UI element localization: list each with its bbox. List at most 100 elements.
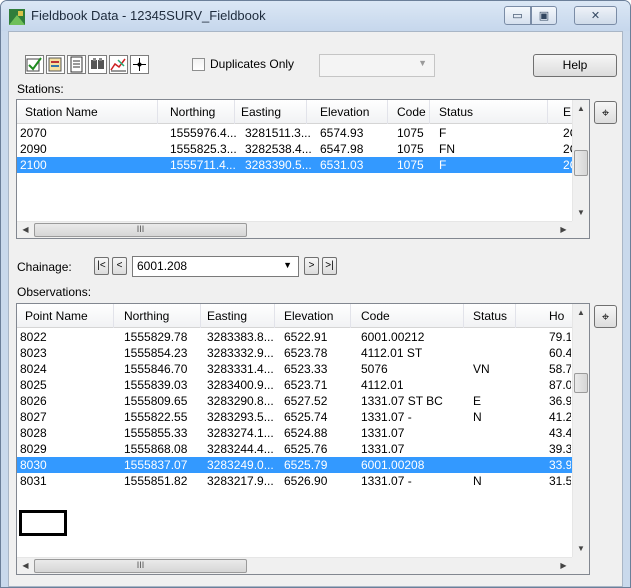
scroll-down-icon[interactable]: ▼ xyxy=(573,204,589,221)
table-cell: 3283217.9... xyxy=(207,474,274,488)
filter-dropdown[interactable]: ▼ xyxy=(319,54,435,77)
last-chainage-button[interactable]: >| xyxy=(322,257,337,275)
table-cell: E xyxy=(473,394,482,408)
find-icon[interactable] xyxy=(88,55,107,74)
stations-horizontal-scrollbar[interactable]: ◀ III ▶ xyxy=(17,221,572,238)
scroll-left-icon[interactable]: ◀ xyxy=(17,558,34,574)
column-header[interactable]: Easting xyxy=(241,105,281,119)
table-cell: 6001.00208 xyxy=(361,458,425,472)
table-cell: 6531.03 xyxy=(320,158,364,172)
scroll-thumb[interactable] xyxy=(574,373,588,393)
table-cell: 1555837.07 xyxy=(124,458,188,472)
column-header[interactable]: Station Name xyxy=(25,105,98,119)
fieldbook-edit-icon[interactable] xyxy=(25,55,44,74)
chainage-dropdown[interactable]: 6001.208 ▼ xyxy=(132,256,299,277)
column-header[interactable]: E xyxy=(563,105,571,119)
table-cell: N xyxy=(473,474,482,488)
table-row[interactable]: 8024 1555846.70 3283331.4... 6523.33 5076 VN 5… xyxy=(17,361,572,377)
table-cell: 1331.07 xyxy=(361,442,405,456)
duplicates-only-label: Duplicates Only xyxy=(210,57,295,71)
scroll-corner xyxy=(572,557,589,574)
table-row[interactable]: 2070 1555976.4... 3281511.3... 6574.93 1075 F… xyxy=(17,125,575,141)
table-row[interactable]: 8022 1555829.78 3283383.8... 6522.91 6001.00… xyxy=(17,329,572,345)
chart-icon[interactable] xyxy=(109,55,128,74)
stations-grid[interactable]: Station Name Northing Easting Elevation … xyxy=(16,99,590,239)
column-header[interactable]: Status xyxy=(473,309,507,323)
table-row[interactable]: 8031 1555851.82 3283217.9... 6526.90 1331.07… xyxy=(17,473,572,489)
table-cell: 1555829.78 xyxy=(124,330,188,344)
observations-horizontal-scrollbar[interactable]: ◀ III ▶ xyxy=(17,557,572,574)
table-cell: 1555851.82 xyxy=(124,474,188,488)
import-icon[interactable] xyxy=(46,55,65,74)
stations-label: Stations: xyxy=(17,82,64,96)
table-cell: 1075 xyxy=(397,158,424,172)
scroll-up-icon[interactable]: ▲ xyxy=(573,304,589,321)
table-cell: 58.7 xyxy=(549,362,571,376)
maximize-button[interactable]: ▣ xyxy=(531,6,557,25)
scroll-right-icon[interactable]: ▶ xyxy=(555,222,572,238)
table-cell: 6523.71 xyxy=(284,378,328,392)
scroll-left-icon[interactable]: ◀ xyxy=(17,222,34,238)
table-row[interactable]: 8030 1555837.07 3283249.0... 6525.79 6001.00… xyxy=(17,457,572,473)
report-icon[interactable] xyxy=(67,55,86,74)
table-cell: 3283390.5... xyxy=(245,158,312,172)
table-cell: 3283249.0... xyxy=(207,458,274,472)
table-cell: 5076 xyxy=(361,362,388,376)
table-row[interactable]: 8027 1555822.55 3283293.5... 6525.74 1331.07… xyxy=(17,409,572,425)
scroll-up-icon[interactable]: ▲ xyxy=(573,100,589,117)
column-header[interactable]: Status xyxy=(439,105,473,119)
close-button[interactable]: ✕ xyxy=(574,6,617,25)
table-cell: 33.9 xyxy=(549,458,571,472)
observation-locate-button[interactable]: ⌖ xyxy=(594,305,617,328)
table-row[interactable]: 2100 1555711.4... 3283390.5... 6531.03 1075 F… xyxy=(17,157,575,173)
table-cell: 43.4 xyxy=(549,426,571,440)
scroll-thumb[interactable]: III xyxy=(34,559,247,573)
table-cell: 6525.76 xyxy=(284,442,328,456)
column-header[interactable]: Code xyxy=(361,309,390,323)
previous-chainage-button[interactable]: < xyxy=(112,257,127,275)
title-bar[interactable]: Fieldbook Data - 12345SURV_Fieldbook ▭ ▣… xyxy=(1,1,630,31)
column-header[interactable]: Elevation xyxy=(320,105,369,119)
table-cell: 87.0 xyxy=(549,378,571,392)
minimize-button[interactable]: ▭ xyxy=(504,6,531,25)
scroll-right-icon[interactable]: ▶ xyxy=(555,558,572,574)
first-chainage-button[interactable]: |< xyxy=(94,257,109,275)
table-cell: N xyxy=(473,410,482,424)
table-cell: 2090 xyxy=(20,142,47,156)
table-cell: 8028 xyxy=(20,426,47,440)
scroll-thumb[interactable] xyxy=(574,150,588,176)
table-cell: 3283290.8... xyxy=(207,394,274,408)
table-cell: 6547.98 xyxy=(320,142,364,156)
table-row[interactable]: 2090 1555825.3... 3282538.4... 6547.98 1075 F… xyxy=(17,141,575,157)
locate-icon[interactable] xyxy=(130,55,149,74)
table-cell: 8029 xyxy=(20,442,47,456)
table-row[interactable]: 8029 1555868.08 3283244.4... 6525.76 1331.07… xyxy=(17,441,572,457)
scroll-thumb[interactable]: III xyxy=(34,223,247,237)
next-chainage-button[interactable]: > xyxy=(304,257,319,275)
scroll-down-icon[interactable]: ▼ xyxy=(573,540,589,557)
column-header[interactable]: Elevation xyxy=(284,309,333,323)
station-locate-button[interactable]: ⌖ xyxy=(594,101,617,124)
table-cell: F xyxy=(439,126,447,140)
table-cell: 8024 xyxy=(20,362,47,376)
column-header[interactable]: Code xyxy=(397,105,426,119)
fieldbook-window: Fieldbook Data - 12345SURV_Fieldbook ▭ ▣… xyxy=(0,0,631,588)
column-header[interactable]: Northing xyxy=(170,105,215,119)
table-row[interactable]: 8023 1555854.23 3283332.9... 6523.78 4112.01… xyxy=(17,345,572,361)
column-header[interactable]: Point Name xyxy=(25,309,88,323)
observations-grid[interactable]: Point Name Northing Easting Elevation Co… xyxy=(16,303,590,575)
table-row[interactable]: 8028 1555855.33 3283274.1... 6524.88 1331.07… xyxy=(17,425,572,441)
stations-vertical-scrollbar[interactable]: ▲ ▼ xyxy=(572,100,589,221)
duplicates-only-checkbox[interactable] xyxy=(192,58,205,71)
table-cell: 4112.01 xyxy=(361,378,404,392)
table-cell: 6523.33 xyxy=(284,362,328,376)
column-header[interactable]: Northing xyxy=(124,309,169,323)
table-row[interactable]: 8025 1555839.03 3283400.9... 6523.71 4112.01… xyxy=(17,377,572,393)
column-header[interactable]: Easting xyxy=(207,309,247,323)
table-row[interactable]: 8026 1555809.65 3283290.8... 6527.52 1331.07… xyxy=(17,393,572,409)
help-button[interactable]: Help xyxy=(533,54,617,77)
table-cell: 1075 xyxy=(397,126,424,140)
observations-vertical-scrollbar[interactable]: ▲ ▼ xyxy=(572,304,589,557)
column-header[interactable]: Ho xyxy=(549,309,564,323)
table-cell: 6525.74 xyxy=(284,410,328,424)
